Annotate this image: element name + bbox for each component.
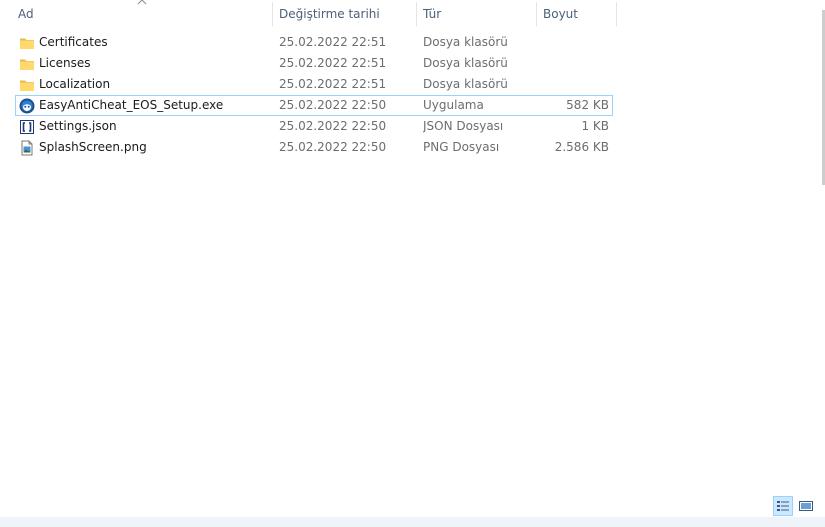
file-row-easyanticheat-setup[interactable]: EasyAntiCheat_EOS_Setup.exe 25.02.2022 2… xyxy=(15,95,613,116)
file-name: Localization xyxy=(39,77,111,91)
file-size: 1 KB xyxy=(581,119,609,133)
png-file-icon xyxy=(21,140,33,156)
file-row-certificates[interactable]: Certificates 25.02.2022 22:51 Dosya klas… xyxy=(15,32,613,53)
file-name: EasyAntiCheat_EOS_Setup.exe xyxy=(39,98,224,112)
folder-icon xyxy=(20,59,34,70)
sort-ascending-icon xyxy=(137,0,147,5)
file-type: Uygulama xyxy=(423,98,484,112)
file-row-licenses[interactable]: Licenses 25.02.2022 22:51 Dosya klasörü xyxy=(15,53,613,74)
file-name: Licenses xyxy=(39,56,91,70)
details-view-button[interactable] xyxy=(773,496,793,516)
column-header-size[interactable]: Boyut xyxy=(537,0,616,28)
file-size: 2.586 KB xyxy=(554,140,609,154)
column-header-date[interactable]: Değiştirme tarihi xyxy=(273,0,416,28)
file-explorer-window: Ad Değiştirme tarihi Tür Boyut Certifica… xyxy=(0,0,825,527)
column-header-row: Ad Değiştirme tarihi Tür Boyut xyxy=(0,0,825,28)
status-bar xyxy=(0,517,825,527)
file-size xyxy=(541,33,609,52)
folder-icon xyxy=(20,38,34,49)
file-date: 25.02.2022 22:50 xyxy=(279,98,387,112)
file-size xyxy=(541,75,609,94)
file-size: 582 KB xyxy=(566,98,609,112)
file-row-settings-json[interactable]: Settings.json 25.02.2022 22:50 JSON Dosy… xyxy=(15,116,613,137)
column-header-type[interactable]: Tür xyxy=(417,0,536,28)
vertical-scrollbar[interactable] xyxy=(820,0,825,517)
json-file-icon xyxy=(20,120,34,134)
large-icons-view-icon xyxy=(799,501,813,511)
file-name: Settings.json xyxy=(39,119,117,133)
file-type: Dosya klasörü xyxy=(423,56,508,70)
easyanticheat-app-icon xyxy=(19,98,35,114)
file-date: 25.02.2022 22:51 xyxy=(279,35,387,49)
details-view-icon xyxy=(777,501,789,511)
file-date: 25.02.2022 22:51 xyxy=(279,77,387,91)
file-type: JSON Dosyası xyxy=(423,119,504,133)
file-date: 25.02.2022 22:50 xyxy=(279,140,387,154)
file-size xyxy=(541,54,609,73)
column-separator[interactable] xyxy=(616,2,617,26)
file-row-splashscreen-png[interactable]: SplashScreen.png 25.02.2022 22:50 PNG Do… xyxy=(15,137,613,158)
large-icons-view-button[interactable] xyxy=(796,496,816,516)
file-type: Dosya klasörü xyxy=(423,77,508,91)
file-date: 25.02.2022 22:51 xyxy=(279,56,387,70)
file-type: Dosya klasörü xyxy=(423,35,508,49)
file-type: PNG Dosyası xyxy=(423,140,500,154)
file-name: Certificates xyxy=(39,35,108,49)
file-row-localization[interactable]: Localization 25.02.2022 22:51 Dosya klas… xyxy=(15,74,613,95)
file-name: SplashScreen.png xyxy=(39,140,147,154)
folder-icon xyxy=(20,80,34,91)
file-date: 25.02.2022 22:50 xyxy=(279,119,387,133)
